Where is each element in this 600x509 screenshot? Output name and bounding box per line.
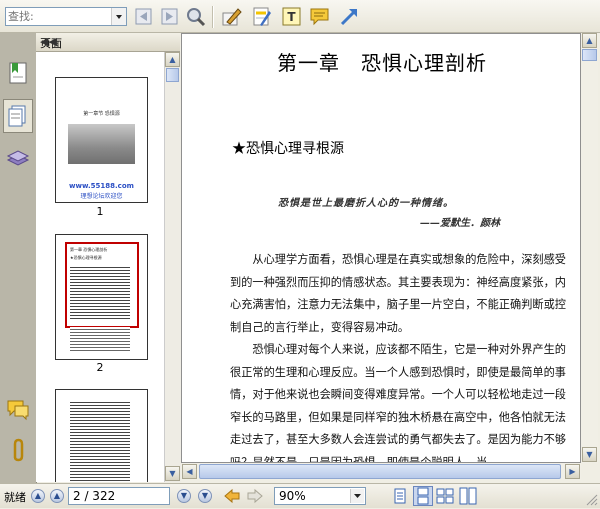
body-paragraph: 恐惧心理对每个人来说，应该都不陌生，它是一种对外界产生的很正常的生理和心理反应。… (230, 343, 566, 463)
page-number-field[interactable]: 2 / 322 (68, 487, 170, 505)
last-page-icon: ▼ (201, 491, 209, 500)
scrollbar-thumb[interactable] (166, 68, 179, 82)
single-page-view-button[interactable] (391, 487, 409, 505)
thumbnail-number: 1 (96, 205, 104, 218)
text-tool-button[interactable]: T (280, 5, 303, 28)
text-box-icon: T (282, 7, 301, 26)
find-next-icon (161, 8, 178, 25)
thumbnail-page-2[interactable]: 第一章 恐惧心理剖析 ★恐惧心理寻根源 (55, 234, 148, 360)
first-page-icon: ▲ (34, 491, 42, 500)
find-next-button[interactable] (158, 5, 181, 28)
search-input[interactable] (8, 9, 108, 24)
search-button[interactable] (184, 5, 207, 28)
body-paragraph: 从心理学方面看，恐惧心理是在真实或想象的危险中，深刻感受到的一种强烈而压抑的情感… (230, 253, 566, 334)
zoom-dropdown-button[interactable] (350, 489, 364, 503)
thumbnail-page-3[interactable] (55, 389, 148, 482)
thumbnail-title: 第一章节 恐惧源 (83, 111, 120, 117)
thumbnail-page-1[interactable]: 第一章节 恐惧源 www.55188.com 理想论坛欢迎您 (55, 77, 148, 203)
resize-grip-icon (586, 494, 598, 506)
thumbnail-scrollbar[interactable]: ▲ ▼ (164, 52, 181, 482)
previous-page-button[interactable]: ▲ (50, 489, 64, 503)
scrollbar-thumb[interactable] (199, 464, 561, 479)
scroll-left-button[interactable]: ◀ (182, 464, 197, 479)
zoom-select[interactable]: 90% (274, 487, 366, 505)
status-text: 就绪 (4, 491, 26, 504)
continuous-page-icon (417, 487, 429, 505)
comments-icon (7, 400, 29, 421)
search-dropdown-button[interactable] (111, 8, 126, 25)
paperclip-icon (13, 438, 24, 462)
chapter-title: 第一章 恐惧心理剖析 (277, 51, 487, 75)
collapse-panel-button[interactable]: ◀◀ (40, 35, 177, 48)
thumbnail-url: www.55188.com (69, 182, 134, 190)
continuous-facing-view-button[interactable] (459, 487, 477, 505)
highlighter-icon (253, 7, 271, 26)
thumbnail-cover-image (68, 124, 135, 164)
thumbnail-panel-header: 页面 ◀◀ (36, 33, 180, 52)
back-arrow-icon (224, 488, 240, 504)
epigraph-attribution: ——爱默生．颜林 (420, 218, 500, 229)
layers-icon (6, 150, 30, 166)
continuous-facing-icon (459, 487, 477, 505)
epigraph-quote: 恐惧是世上最磨折人心的一种情绪。 (278, 198, 454, 209)
thumbnail-header: 第一章 恐惧心理剖析 (70, 247, 108, 252)
continuous-view-button[interactable] (413, 486, 433, 506)
svg-text:T: T (287, 10, 296, 24)
next-page-icon: ▼ (180, 491, 188, 500)
forward-arrow-icon (247, 488, 263, 504)
comment-icon (310, 8, 329, 26)
chevron-down-icon (116, 15, 122, 19)
scrollbar-thumb[interactable] (582, 49, 597, 61)
thumbnail-subheader: ★恐惧心理寻根源 (70, 255, 102, 260)
thumbnail-number: 2 (96, 361, 104, 374)
pages-tab[interactable] (3, 99, 33, 133)
forward-button[interactable] (246, 488, 264, 504)
previous-page-icon: ▲ (53, 491, 61, 500)
comments-tab[interactable] (5, 397, 31, 423)
comment-tool-button[interactable] (308, 5, 331, 28)
first-page-button[interactable]: ▲ (31, 489, 45, 503)
back-button[interactable] (223, 488, 241, 504)
document-vertical-scrollbar[interactable]: ▲ ▼ (581, 33, 598, 463)
arrow-icon (340, 9, 357, 26)
pages-icon (8, 105, 26, 127)
chevron-down-icon (354, 494, 361, 498)
toolbar-separator (212, 6, 214, 28)
edit-tool-button[interactable] (220, 5, 243, 28)
document-horizontal-scrollbar[interactable]: ◀ ▶ (181, 463, 581, 480)
attachments-tab[interactable] (5, 437, 31, 463)
last-page-button[interactable]: ▼ (198, 489, 212, 503)
pencil-icon (222, 8, 242, 26)
side-panel-strip (0, 33, 37, 483)
scroll-up-button[interactable]: ▲ (582, 33, 597, 48)
thumbnail-list: 第一章节 恐惧源 www.55188.com 理想论坛欢迎您 1 第一章 恐惧心… (36, 52, 164, 482)
scroll-right-button[interactable]: ▶ (565, 464, 580, 479)
zoom-value: 90% (279, 489, 306, 503)
thumbnail-text-lines (70, 265, 130, 319)
facing-pages-icon (436, 488, 454, 504)
toolbar: T (0, 0, 600, 33)
next-page-button[interactable]: ▼ (177, 489, 191, 503)
search-field[interactable] (5, 7, 127, 26)
section-title: ★恐惧心理寻根源 (232, 141, 344, 157)
find-previous-icon (135, 8, 152, 25)
thumbnail-caption: 理想论坛欢迎您 (80, 193, 123, 200)
arrow-tool-button[interactable] (338, 5, 361, 28)
magnifier-icon (187, 8, 206, 27)
scroll-up-button[interactable]: ▲ (165, 52, 180, 67)
status-bar: 就绪 ▲ ▲ 2 / 322 ▼ ▼ 90% (0, 483, 600, 508)
find-previous-button[interactable] (132, 5, 155, 28)
bookmarks-tab[interactable] (5, 60, 31, 86)
thumbnail-text-lines (70, 327, 130, 353)
facing-view-button[interactable] (436, 487, 454, 505)
highlight-tool-button[interactable] (250, 5, 273, 28)
thumbnail-text-lines (70, 400, 130, 482)
scroll-down-button[interactable]: ▼ (582, 447, 597, 462)
scroll-down-button[interactable]: ▼ (165, 466, 180, 481)
resize-grip[interactable] (584, 492, 598, 506)
document-view[interactable]: 第一章 恐惧心理剖析 ★恐惧心理寻根源 恐惧是世上最磨折人心的一种情绪。 ——爱… (181, 33, 581, 463)
single-page-icon (394, 488, 406, 504)
layers-tab[interactable] (5, 145, 31, 171)
bookmark-page-icon (9, 62, 27, 84)
